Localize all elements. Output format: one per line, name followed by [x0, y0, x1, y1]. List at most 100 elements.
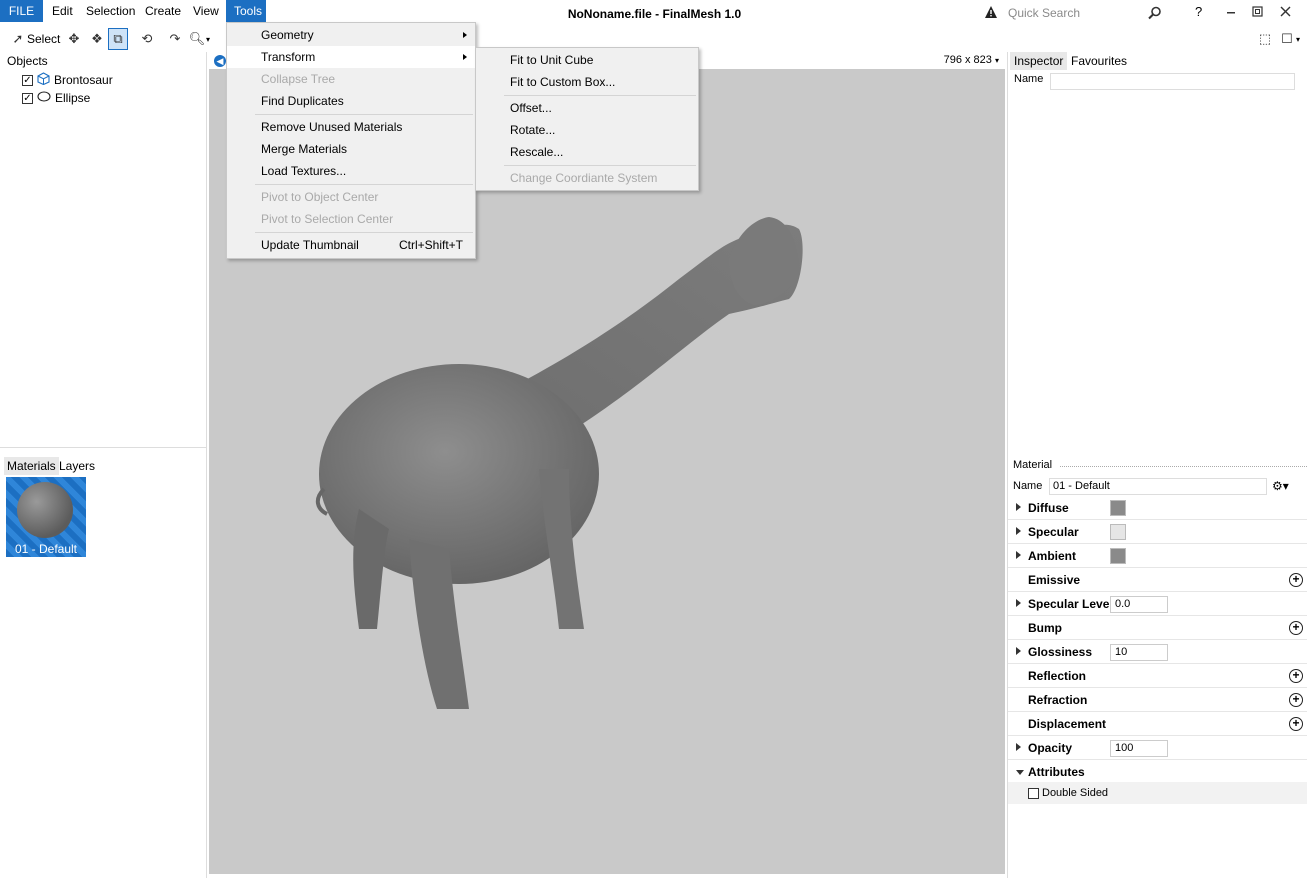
- prop-ambient[interactable]: Ambient: [1008, 544, 1307, 568]
- menu-item-label: Load Textures...: [261, 164, 347, 178]
- tab-inspector[interactable]: Inspector: [1010, 52, 1068, 70]
- restore-icon[interactable]: [1252, 6, 1263, 17]
- zoom-icon: 🔍︎: [188, 31, 206, 46]
- expand-icon[interactable]: [1016, 743, 1021, 751]
- select-tool-button[interactable]: ➚ Select: [9, 28, 61, 50]
- menu-view[interactable]: View: [185, 0, 227, 22]
- prop-attributes[interactable]: Attributes: [1008, 760, 1307, 784]
- menu-item-fit-custom-box[interactable]: Fit to Custom Box...: [476, 71, 698, 93]
- prop-diffuse[interactable]: Diffuse: [1008, 496, 1307, 520]
- menu-separator: [504, 165, 696, 166]
- double-sided-checkbox[interactable]: [1028, 787, 1039, 799]
- menu-item-remove-unused-materials[interactable]: Remove Unused Materials: [227, 116, 475, 138]
- prop-specular[interactable]: Specular: [1008, 520, 1307, 544]
- ambient-color-swatch[interactable]: [1110, 548, 1126, 564]
- double-sided-row[interactable]: Double Sided: [1008, 782, 1307, 804]
- specular-level-input[interactable]: 0.0: [1110, 596, 1168, 613]
- cube-icon: [37, 72, 50, 88]
- menu-file[interactable]: FILE: [0, 0, 43, 22]
- frame-tool-button[interactable]: ⟲: [138, 28, 156, 50]
- tree-item-ellipse[interactable]: ✓ Ellipse: [22, 89, 90, 107]
- visibility-checkbox[interactable]: ✓: [22, 92, 33, 104]
- rotate-object-button[interactable]: ❖: [88, 28, 106, 50]
- menu-item-pivot-selection-center[interactable]: Pivot to Selection Center: [227, 208, 475, 230]
- expand-icon[interactable]: [1016, 551, 1021, 559]
- menu-item-geometry[interactable]: Geometry: [227, 24, 475, 46]
- menu-item-rescale[interactable]: Rescale...: [476, 141, 698, 163]
- menu-item-label: Pivot to Object Center: [261, 190, 379, 204]
- tree-item-brontosaur[interactable]: ✓ Brontosaur: [22, 71, 113, 89]
- add-icon[interactable]: +: [1289, 693, 1303, 707]
- visibility-checkbox[interactable]: ✓: [22, 74, 33, 86]
- prop-glossiness[interactable]: Glossiness 10: [1008, 640, 1307, 664]
- opacity-input[interactable]: 100: [1110, 740, 1168, 757]
- tab-materials[interactable]: Materials: [4, 457, 59, 475]
- minimize-icon[interactable]: [1226, 6, 1236, 16]
- specular-color-swatch[interactable]: [1110, 524, 1126, 540]
- quick-search-input[interactable]: Quick Search: [1003, 3, 1166, 24]
- menu-item-find-duplicates[interactable]: Find Duplicates: [227, 90, 475, 112]
- menu-separator: [255, 184, 473, 185]
- back-arrow-icon[interactable]: ◀: [214, 55, 226, 67]
- left-panel: Objects ✓ Brontosaur ✓ Ellipse Materials…: [0, 52, 207, 878]
- menu-edit[interactable]: Edit: [44, 0, 81, 22]
- add-icon[interactable]: +: [1289, 669, 1303, 683]
- layout-button[interactable]: ⬚: [1256, 28, 1274, 50]
- glossiness-input[interactable]: 10: [1110, 644, 1168, 661]
- diffuse-color-swatch[interactable]: [1110, 500, 1126, 516]
- prop-refraction[interactable]: Refraction +: [1008, 688, 1307, 712]
- prop-bump[interactable]: Bump +: [1008, 616, 1307, 640]
- prop-opacity[interactable]: Opacity 100: [1008, 736, 1307, 760]
- orbit-button[interactable]: ↷: [166, 28, 184, 50]
- prop-emissive[interactable]: Emissive +: [1008, 568, 1307, 592]
- warning-icon[interactable]: [984, 5, 998, 19]
- window-mode-button[interactable]: ☐ ▾: [1278, 28, 1300, 50]
- add-icon[interactable]: +: [1289, 573, 1303, 587]
- tab-favourites[interactable]: Favourites: [1064, 52, 1127, 70]
- scale-tool-button[interactable]: ⧉: [108, 28, 128, 50]
- menu-item-update-thumbnail[interactable]: Update Thumbnail Ctrl+Shift+T: [227, 234, 475, 256]
- menu-item-rotate[interactable]: Rotate...: [476, 119, 698, 141]
- zoom-button[interactable]: 🔍︎ ▾: [188, 28, 210, 50]
- transform-submenu: Fit to Unit Cube Fit to Custom Box... Of…: [475, 47, 699, 191]
- menu-item-fit-unit-cube[interactable]: Fit to Unit Cube: [476, 49, 698, 71]
- expand-icon[interactable]: [1016, 503, 1021, 511]
- name-input[interactable]: [1050, 73, 1295, 90]
- collapse-icon[interactable]: [1016, 770, 1024, 775]
- menu-item-merge-materials[interactable]: Merge Materials: [227, 138, 475, 160]
- move-tool-button[interactable]: ✥: [65, 28, 83, 50]
- material-name-input[interactable]: 01 - Default: [1049, 478, 1267, 495]
- prop-specular-level[interactable]: Specular Level 0.0: [1008, 592, 1307, 616]
- help-icon[interactable]: ?: [1195, 4, 1202, 19]
- menu-tools[interactable]: Tools: [226, 0, 266, 22]
- material-thumbnail[interactable]: 01 - Default: [6, 477, 86, 557]
- menu-item-transform[interactable]: Transform: [227, 46, 475, 68]
- prop-reflection[interactable]: Reflection +: [1008, 664, 1307, 688]
- menu-item-label: Find Duplicates: [261, 94, 344, 108]
- prop-label: Reflection: [1028, 669, 1087, 683]
- menu-item-pivot-object-center[interactable]: Pivot to Object Center: [227, 186, 475, 208]
- chevron-down-icon: ▾: [1296, 34, 1301, 44]
- menu-selection[interactable]: Selection: [78, 0, 143, 22]
- prop-label: Bump: [1028, 621, 1062, 635]
- material-settings-gear-icon[interactable]: ⚙▾: [1272, 479, 1289, 493]
- tools-menu: Geometry Transform Collapse Tree Find Du…: [226, 22, 476, 259]
- tab-layers[interactable]: Layers: [52, 457, 95, 475]
- move-icon: ✥: [68, 31, 80, 46]
- add-icon[interactable]: +: [1289, 621, 1303, 635]
- expand-icon[interactable]: [1016, 527, 1021, 535]
- menu-item-change-coordinate-system[interactable]: Change Coordiante System: [476, 167, 698, 189]
- menu-item-collapse-tree[interactable]: Collapse Tree: [227, 68, 475, 90]
- search-icon[interactable]: [1148, 6, 1162, 20]
- prop-label: Diffuse: [1028, 501, 1069, 515]
- close-icon[interactable]: [1280, 6, 1291, 17]
- menu-item-offset[interactable]: Offset...: [476, 97, 698, 119]
- viewport-size[interactable]: 796 x 823 ▾: [944, 54, 999, 66]
- menu-create[interactable]: Create: [137, 0, 189, 22]
- add-icon[interactable]: +: [1289, 717, 1303, 731]
- expand-icon[interactable]: [1016, 599, 1021, 607]
- menu-item-load-textures[interactable]: Load Textures...: [227, 160, 475, 182]
- menu-item-label: Fit to Unit Cube: [510, 53, 594, 67]
- expand-icon[interactable]: [1016, 647, 1021, 655]
- prop-displacement[interactable]: Displacement +: [1008, 712, 1307, 736]
